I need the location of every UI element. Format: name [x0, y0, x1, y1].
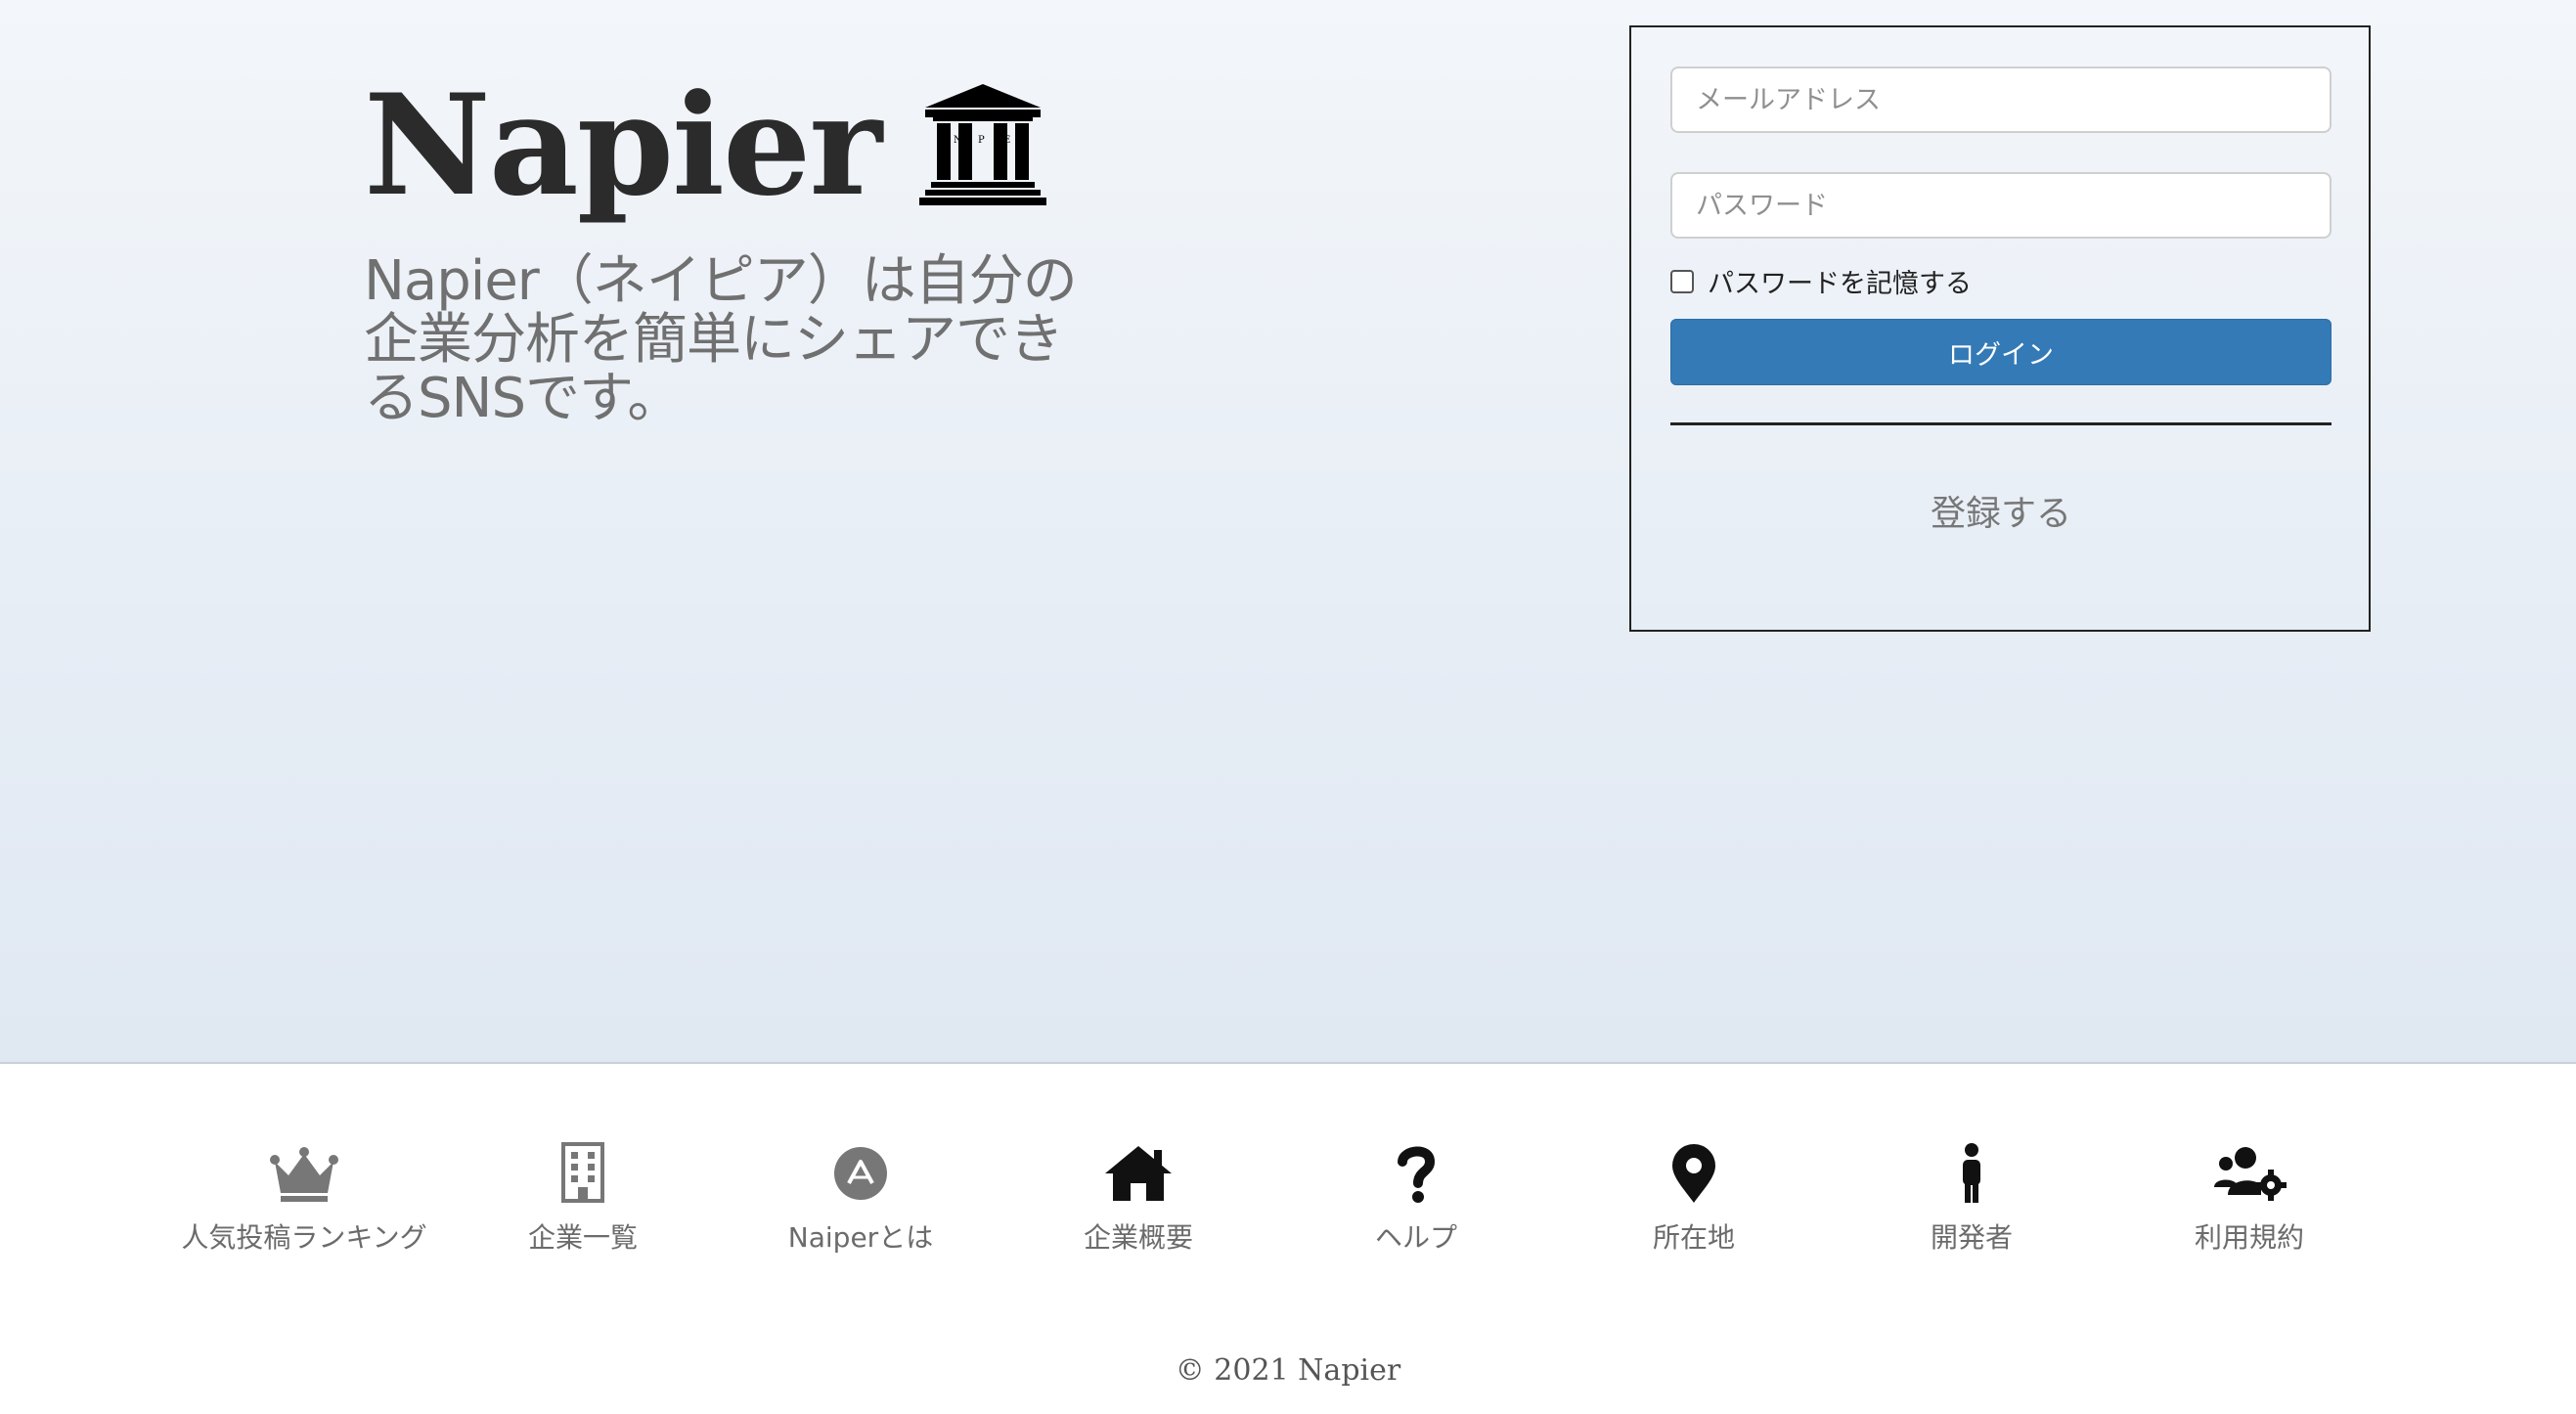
- home-icon: [1105, 1146, 1172, 1201]
- footer-nav-terms[interactable]: 利用規約: [2103, 1142, 2396, 1256]
- footer-nav: 人気投稿ランキング 企業一覧 Naiperとは 企業概要 ヘルプ 所在地 開発者…: [0, 1142, 2576, 1279]
- footer-nav-label: 企業一覧: [527, 1221, 638, 1254]
- crown-icon: [270, 1147, 338, 1202]
- footer-nav-label: 利用規約: [2194, 1221, 2304, 1254]
- circle-a-icon: [834, 1147, 887, 1200]
- footer-nav-company-overview[interactable]: 企業概要: [992, 1142, 1285, 1256]
- remember-label: パスワードを記憶する: [1708, 269, 1972, 299]
- footer-nav-label: 企業概要: [1083, 1221, 1193, 1254]
- copyright: © 2021 Napier: [1175, 1353, 1401, 1388]
- footer-nav-label: 開発者: [1930, 1221, 2013, 1254]
- divider: [1670, 422, 2332, 425]
- tagline: Napier（ネイピア）は自分の企業分析を簡単にシェアできるSNSです。: [364, 249, 1078, 430]
- brand: Napier N P E: [364, 65, 1047, 227]
- remember-checkbox[interactable]: [1670, 269, 1694, 293]
- question-icon: [1398, 1146, 1436, 1203]
- hero-section: Napier N P E Napier（ネイピア）は自分の企業分析を簡単にシェア…: [0, 0, 2576, 1064]
- login-form: パスワードを記憶する ログイン 登録する: [1629, 25, 2371, 632]
- building-icon: [561, 1142, 604, 1203]
- logo-letter-n: N: [954, 135, 962, 146]
- logo-letter-p: P: [978, 135, 985, 146]
- footer-nav-label: 所在地: [1652, 1221, 1735, 1254]
- logo-letter-e: E: [1003, 135, 1010, 146]
- footer-nav-companies[interactable]: 企業一覧: [436, 1142, 730, 1256]
- email-field[interactable]: [1670, 66, 2332, 133]
- footer-nav-help[interactable]: ヘルプ: [1269, 1142, 1563, 1256]
- columns-building-icon: N P E: [919, 84, 1047, 205]
- footer-nav-developer[interactable]: 開発者: [1825, 1142, 2118, 1256]
- footer-nav-label: ヘルプ: [1374, 1221, 1457, 1254]
- remember-me[interactable]: パスワードを記憶する: [1670, 262, 1972, 300]
- map-pin-icon: [1672, 1144, 1715, 1203]
- footer-nav-location[interactable]: 所在地: [1547, 1142, 1841, 1256]
- footer-nav-about[interactable]: Naiperとは: [714, 1142, 1007, 1256]
- register-link[interactable]: 登録する: [1670, 485, 2332, 536]
- footer-nav-label: Naiperとは: [787, 1221, 934, 1254]
- footer-nav-ranking[interactable]: 人気投稿ランキング: [157, 1142, 451, 1256]
- brand-title: Napier: [364, 65, 882, 227]
- login-button[interactable]: ログイン: [1670, 319, 2332, 385]
- person-icon: [1963, 1143, 1980, 1203]
- password-field[interactable]: [1670, 172, 2332, 239]
- users-gear-icon: [2214, 1147, 2287, 1201]
- footer-nav-label: 人気投稿ランキング: [181, 1221, 427, 1254]
